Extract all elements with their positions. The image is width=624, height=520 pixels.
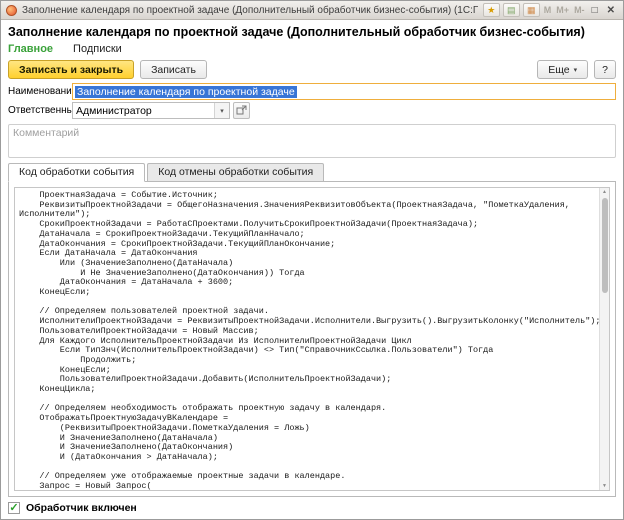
chevron-down-icon: ▾ <box>573 66 578 74</box>
code-editor[interactable]: ПроектнаяЗадача = Событие.Источник; Рекв… <box>14 187 610 491</box>
name-row: Наименование: Заполнение календаря по пр… <box>8 83 616 100</box>
tab-event-handler-code[interactable]: Код обработки события <box>8 163 146 182</box>
tab-main[interactable]: Главное <box>8 43 53 55</box>
history-icon[interactable]: ▤ <box>502 3 520 17</box>
maximize-button[interactable]: □ <box>589 5 601 16</box>
page-title: Заполнение календаря по проектной задаче… <box>8 25 585 39</box>
comment-wrap <box>8 124 616 158</box>
1c-app-icon <box>6 4 17 16</box>
tab-subscriptions[interactable]: Подписки <box>73 43 122 55</box>
scrollbar-thumb[interactable] <box>601 198 608 293</box>
memory-m-button[interactable]: M <box>543 5 553 15</box>
code-tabs: Код обработки события Код отмены обработ… <box>8 163 616 182</box>
handler-enabled-checkbox[interactable]: ✓ <box>8 502 20 514</box>
open-responsible-button[interactable] <box>233 102 250 119</box>
name-label: Наименование: <box>8 86 81 97</box>
comment-field[interactable] <box>8 124 616 158</box>
responsible-label: Ответственный: <box>8 105 83 116</box>
memory-m-plus-button[interactable]: M+ <box>555 5 570 15</box>
memory-m-minus-button[interactable]: M- <box>573 5 586 15</box>
open-icon <box>236 105 247 115</box>
responsible-combobox[interactable]: Администратор ▾ <box>72 102 230 119</box>
chevron-down-icon: ▾ <box>220 107 224 115</box>
favorites-icon[interactable]: ★ <box>482 3 500 17</box>
responsible-dropdown-button[interactable]: ▾ <box>214 103 229 118</box>
more-button[interactable]: Еще ▾ <box>537 60 589 79</box>
titlebar-controls: ★ ▤ ▦ M M+ M- □ ✕ <box>482 3 618 17</box>
code-tab-panel: ПроектнаяЗадача = Событие.Источник; Рекв… <box>8 181 616 497</box>
scroll-up-icon[interactable]: ▲ <box>602 188 607 196</box>
responsible-value: Администратор <box>76 104 152 117</box>
code-text[interactable]: ПроектнаяЗадача = Событие.Источник; Рекв… <box>15 188 609 490</box>
links-icon[interactable]: ▦ <box>522 3 540 17</box>
titlebar: Заполнение календаря по проектной задаче… <box>1 1 623 20</box>
scroll-down-icon[interactable]: ▼ <box>602 482 607 490</box>
help-button[interactable]: ? <box>594 60 616 79</box>
name-input-selected-text: Заполнение календаря по проектной задаче <box>75 85 297 98</box>
tab-cancel-handler-code[interactable]: Код отмены обработки события <box>147 163 325 182</box>
code-scrollbar[interactable]: ▲ ▼ <box>599 188 609 490</box>
save-button[interactable]: Записать <box>140 60 207 79</box>
form-nav-tabs: Главное Подписки <box>8 43 616 55</box>
command-bar: Записать и закрыть Записать Еще ▾ ? <box>8 60 616 79</box>
close-button[interactable]: ✕ <box>604 5 618 16</box>
save-and-close-button[interactable]: Записать и закрыть <box>8 60 135 79</box>
responsible-row: Ответственный: Администратор ▾ <box>8 102 616 119</box>
window-title: Заполнение календаря по проектной задаче… <box>22 4 478 16</box>
handler-enabled-label: Обработчик включен <box>26 502 137 514</box>
more-button-label: Еще <box>548 63 570 76</box>
name-input[interactable]: Заполнение календаря по проектной задаче <box>72 83 616 100</box>
handler-enabled-row: ✓ Обработчик включен <box>8 502 616 514</box>
app-window: Заполнение календаря по проектной задаче… <box>0 0 624 520</box>
form-content: Заполнение календаря по проектной задаче… <box>1 25 623 514</box>
